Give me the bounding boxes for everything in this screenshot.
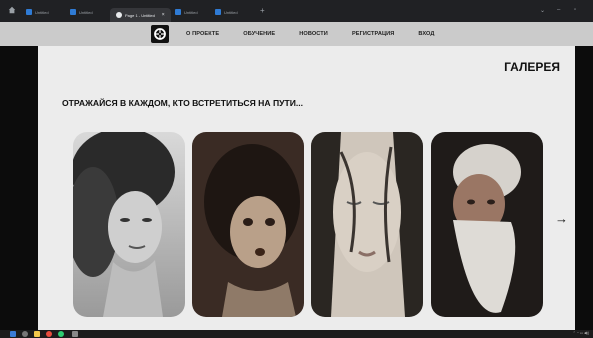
gallery-card-1[interactable] (73, 132, 185, 317)
tab-untitled-1[interactable]: Untitled (26, 6, 49, 18)
tab-page-1-untitled[interactable]: Page 1 - Untitled × (110, 8, 171, 22)
gallery-section: ГАЛЕРЕЯ ОТРАЖАЙСЯ В КАЖДОМ, КТО ВСТРЕТИТ… (38, 46, 575, 330)
nav-link-register[interactable]: РЕГИСТРАЦИЯ (352, 31, 394, 37)
gallery-card-2[interactable] (192, 132, 304, 317)
app-icon[interactable] (72, 331, 78, 337)
minimize-icon[interactable]: – (557, 7, 560, 13)
tab-untitled-3[interactable]: Untitled (175, 6, 198, 18)
tab-favicon-icon (215, 9, 221, 15)
maximize-icon[interactable]: ▫ (574, 7, 576, 13)
nav-links: О ПРОЕКТЕ ОБУЧЕНИЕ НОВОСТИ РЕГИСТРАЦИЯ В… (186, 22, 459, 46)
chevron-down-icon[interactable]: ⌄ (540, 7, 545, 14)
nav-link-about[interactable]: О ПРОЕКТЕ (186, 31, 219, 37)
file-explorer-icon[interactable] (34, 331, 40, 337)
opera-icon[interactable] (46, 331, 52, 337)
chrome-icon[interactable] (58, 331, 64, 337)
arrow-right-icon[interactable]: → (555, 211, 568, 226)
tab-close-icon[interactable]: × (162, 12, 165, 18)
system-tray: ⌃ ◔ ▭ ◀)) (572, 331, 589, 335)
portrait-woman-curly-hair (73, 132, 185, 317)
windows-start-icon[interactable] (10, 331, 16, 337)
tagline: ОТРАЖАЙСЯ В КАЖДОМ, КТО ВСТРЕТИТЬСЯ НА П… (62, 98, 304, 108)
tab-favicon-icon (70, 9, 76, 15)
tab-favicon-icon (26, 9, 32, 15)
nav-link-news[interactable]: НОВОСТИ (299, 31, 328, 37)
portrait-woman-eyes-closed (311, 132, 423, 317)
site-navbar: О ПРОЕКТЕ ОБУЧЕНИЕ НОВОСТИ РЕГИСТРАЦИЯ В… (0, 22, 593, 46)
search-icon[interactable] (22, 331, 28, 337)
home-icon[interactable] (8, 6, 16, 14)
tab-untitled-4[interactable]: Untitled (215, 6, 238, 18)
nav-link-login[interactable]: ВХОД (418, 31, 434, 37)
portrait-old-man-beard (431, 132, 543, 317)
portrait-girl (192, 132, 304, 317)
tab-favicon-icon (116, 12, 122, 18)
tab-favicon-icon (175, 9, 181, 15)
os-taskbar: ⌃ ◔ ▭ ◀)) (0, 330, 593, 338)
tab-untitled-2[interactable]: Untitled (70, 6, 93, 18)
gallery-card-4[interactable] (431, 132, 543, 317)
section-title: ГАЛЕРЕЯ (504, 60, 560, 74)
logo-icon[interactable] (151, 25, 169, 43)
gallery-card-3[interactable] (311, 132, 423, 317)
browser-tab-bar: Untitled Untitled Page 1 - Untitled × Un… (0, 0, 593, 22)
new-tab-icon[interactable]: + (260, 6, 265, 15)
nav-link-learning[interactable]: ОБУЧЕНИЕ (243, 31, 275, 37)
